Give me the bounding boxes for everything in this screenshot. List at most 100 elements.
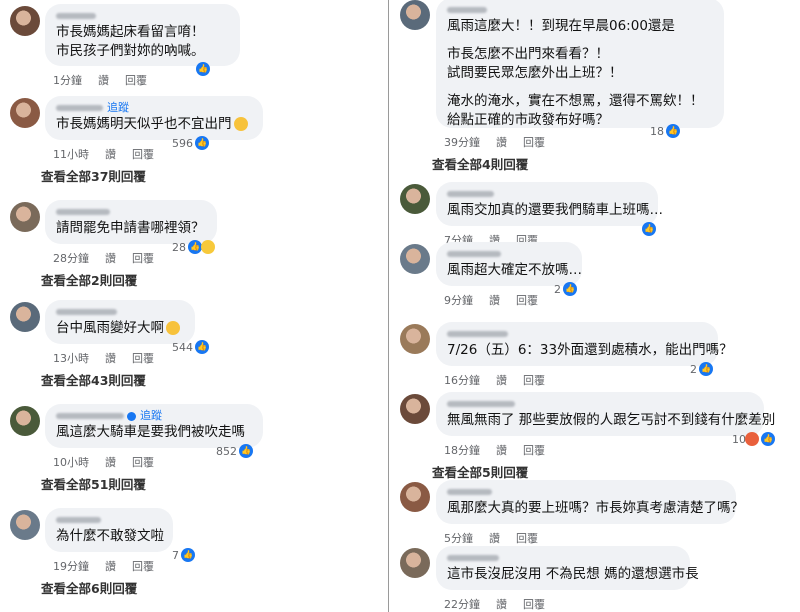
blurred-name [56, 105, 103, 111]
reply-button[interactable]: 回覆 [132, 560, 154, 573]
blurred-name [447, 331, 508, 337]
reply-button[interactable]: 回覆 [523, 374, 545, 387]
angry-icon [745, 432, 759, 446]
reaction-number: 2 [554, 282, 561, 296]
commenter-name[interactable] [447, 3, 713, 17]
reply-button[interactable]: 回覆 [516, 294, 538, 307]
comment-time[interactable]: 9分鐘 [444, 294, 473, 307]
avatar[interactable] [400, 482, 430, 512]
comment-meta: 5分鐘 讚 回覆 [444, 530, 554, 546]
view-all-replies-link[interactable]: 查看全部43則回覆 [41, 370, 146, 389]
like-button[interactable]: 讚 [496, 598, 507, 611]
view-all-replies-link[interactable]: 查看全部51則回覆 [41, 474, 146, 493]
comment-meta: 10小時 讚 回覆 [53, 454, 170, 470]
avatar[interactable] [10, 406, 40, 436]
reaction-count[interactable]: 👍 [642, 222, 656, 236]
reaction-count[interactable]: 10 👍 [732, 432, 775, 446]
view-all-replies-link[interactable]: 查看全部4則回覆 [432, 154, 528, 173]
like-button[interactable]: 讚 [105, 560, 116, 573]
reply-button[interactable]: 回覆 [132, 252, 154, 265]
reply-button[interactable]: 回覆 [523, 444, 545, 457]
like-button[interactable]: 讚 [105, 148, 116, 161]
comment-time[interactable]: 11小時 [53, 148, 89, 161]
view-all-replies-link[interactable]: 查看全部6則回覆 [41, 578, 137, 597]
reply-button[interactable]: 回覆 [132, 148, 154, 161]
commenter-name[interactable]: 追蹤 [56, 409, 252, 423]
reaction-count[interactable]: 28 👍 [172, 240, 215, 254]
reaction-count[interactable]: 18 👍 [650, 124, 680, 138]
like-button[interactable]: 讚 [98, 74, 109, 87]
like-button[interactable]: 讚 [496, 136, 507, 149]
reply-button[interactable]: 回覆 [523, 598, 545, 611]
comment-time[interactable]: 39分鐘 [444, 136, 480, 149]
comment-time[interactable]: 10小時 [53, 456, 89, 469]
reaction-number: 852 [216, 444, 237, 458]
comment-time[interactable]: 28分鐘 [53, 252, 89, 265]
reaction-count[interactable]: 596 👍 [172, 136, 209, 150]
commenter-name[interactable] [56, 513, 162, 527]
like-icon: 👍 [239, 444, 253, 458]
commenter-name[interactable] [447, 551, 679, 565]
comment-text-line: 市長怎麼不出門來看看？！ [447, 46, 609, 62]
comment-time[interactable]: 13小時 [53, 352, 89, 365]
haha-icon [201, 240, 215, 254]
avatar[interactable] [400, 184, 430, 214]
reaction-count[interactable]: 7 👍 [172, 548, 195, 562]
reaction-count[interactable]: 2 👍 [554, 282, 577, 296]
reply-button[interactable]: 回覆 [125, 74, 147, 87]
avatar[interactable] [400, 394, 430, 424]
reply-button[interactable]: 回覆 [523, 136, 545, 149]
comment-time[interactable]: 22分鐘 [444, 598, 480, 611]
like-button[interactable]: 讚 [105, 456, 116, 469]
view-all-replies-link[interactable]: 查看全部5則回覆 [432, 462, 528, 481]
like-button[interactable]: 讚 [105, 252, 116, 265]
like-button[interactable]: 讚 [489, 532, 500, 545]
reaction-count[interactable]: 852 👍 [216, 444, 253, 458]
comment-bubble: 7/26（五）6：33外面還到處積水，能出門嗎？ [436, 322, 733, 366]
like-button[interactable]: 讚 [489, 294, 500, 307]
follow-link[interactable]: 追蹤 [107, 101, 129, 114]
comment-text-line: 風這麼大騎車是要我們被吹走嗎 [56, 424, 245, 440]
view-all-replies-link[interactable]: 查看全部37則回覆 [41, 166, 146, 185]
comment-bubble: 為什麼不敢發文啦 [45, 508, 173, 552]
avatar[interactable] [400, 324, 430, 354]
reply-button[interactable]: 回覆 [516, 532, 538, 545]
blurred-name [56, 209, 110, 215]
reaction-count[interactable]: 👍 [196, 62, 210, 76]
avatar[interactable] [400, 0, 430, 30]
comment-time[interactable]: 18分鐘 [444, 444, 480, 457]
commenter-name[interactable] [447, 247, 571, 261]
reply-button[interactable]: 回覆 [132, 352, 154, 365]
comment-time[interactable]: 1分鐘 [53, 74, 82, 87]
avatar[interactable] [400, 548, 430, 578]
comment-time[interactable]: 19分鐘 [53, 560, 89, 573]
like-button[interactable]: 讚 [105, 352, 116, 365]
comment-meta: 13小時 讚 回覆 [53, 350, 170, 366]
avatar[interactable] [10, 302, 40, 332]
blurred-name [447, 555, 499, 561]
commenter-name[interactable]: 追蹤 [56, 101, 252, 115]
reply-button[interactable]: 回覆 [132, 456, 154, 469]
avatar[interactable] [400, 244, 430, 274]
view-all-replies-link[interactable]: 查看全部2則回覆 [41, 270, 137, 289]
avatar[interactable] [10, 202, 40, 232]
commenter-name[interactable] [447, 187, 647, 201]
commenter-name[interactable] [56, 9, 229, 23]
reaction-count[interactable]: 2 👍 [690, 362, 713, 376]
avatar[interactable] [10, 510, 40, 540]
like-button[interactable]: 讚 [496, 374, 507, 387]
commenter-name[interactable] [447, 397, 753, 411]
follow-link[interactable]: 追蹤 [140, 409, 162, 422]
commenter-name[interactable] [56, 205, 206, 219]
like-icon: 👍 [642, 222, 656, 236]
like-button[interactable]: 讚 [496, 444, 507, 457]
commenter-name[interactable] [56, 305, 184, 319]
reaction-count[interactable]: 544 👍 [172, 340, 209, 354]
comment-meta: 28分鐘 讚 回覆 [53, 250, 170, 266]
comment-time[interactable]: 16分鐘 [444, 374, 480, 387]
avatar[interactable] [10, 98, 40, 128]
avatar[interactable] [10, 6, 40, 36]
commenter-name[interactable] [447, 327, 707, 341]
comment-time[interactable]: 5分鐘 [444, 532, 473, 545]
commenter-name[interactable] [447, 485, 725, 499]
